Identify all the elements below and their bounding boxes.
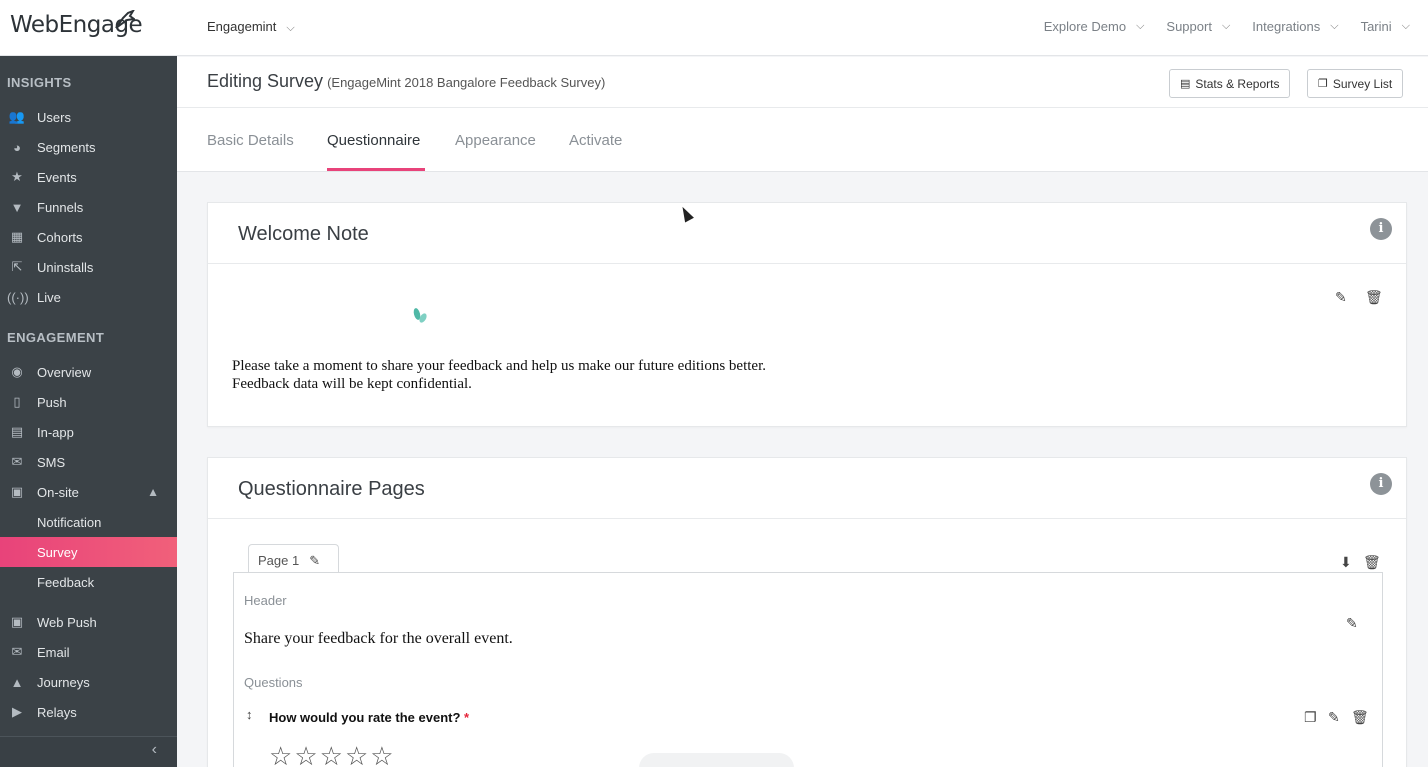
device-icon: ▤: [10, 424, 24, 439]
tab-questionnaire[interactable]: Questionnaire: [327, 132, 420, 149]
nav-explore-demo[interactable]: Explore Demo ⌵: [1044, 19, 1145, 34]
star-icon[interactable]: ☆: [320, 741, 345, 767]
welcome-text: Please take a moment to share your feedb…: [232, 358, 766, 392]
page-heading: Editing Survey (EngageMint 2018 Bangalore…: [177, 57, 1428, 108]
question-1-text: How would you rate the event? *: [269, 710, 470, 725]
welcome-note-title: Welcome Note: [238, 223, 369, 245]
sidebar-item-web-push[interactable]: ▣ Web Push: [0, 607, 177, 637]
sidebar-item-funnels[interactable]: ▼ Funnels: [0, 192, 177, 222]
stats-reports-button[interactable]: ▤ Stats & Reports: [1169, 69, 1291, 98]
envelope-icon: ✉: [11, 644, 23, 659]
chevron-down-icon: ⌵: [1401, 20, 1410, 32]
chevron-down-icon: ⌵: [1330, 20, 1339, 32]
sidebar-item-users[interactable]: 👥 Users: [0, 102, 177, 132]
logo-bird-icon: [115, 10, 135, 29]
header-text: Share your feedback for the overall even…: [244, 630, 513, 647]
project-selector[interactable]: Engagemint ⌵: [207, 19, 295, 35]
phone-icon: ▯: [13, 394, 21, 409]
edit-icon[interactable]: ✎: [309, 553, 320, 568]
star-icon: ★: [11, 169, 23, 184]
chevron-down-icon: ⌵: [1136, 20, 1145, 32]
editor-tabs: Basic Details Questionnaire Appearance A…: [177, 108, 1428, 172]
questionnaire-pages-title: Questionnaire Pages: [238, 478, 425, 500]
survey-list-button[interactable]: ❐ Survey List: [1307, 69, 1404, 98]
sidebar-item-on-site[interactable]: ▣ On-site ▲: [0, 477, 177, 507]
chevron-down-icon: ⌵: [286, 22, 295, 34]
tab-appearance[interactable]: Appearance: [455, 132, 536, 149]
funnel-icon: ▼: [10, 199, 24, 215]
grid-icon: ▦: [10, 229, 24, 244]
star-icon[interactable]: ☆: [269, 741, 294, 767]
star-icon[interactable]: ☆: [345, 741, 370, 767]
copy-icon: ❐: [1318, 78, 1328, 90]
header-label: Header: [244, 593, 287, 608]
sidebar-item-overview[interactable]: ◉ Overview: [0, 357, 177, 387]
sidebar-item-sms[interactable]: ✉ SMS: [0, 447, 177, 477]
download-icon[interactable]: ⬇: [1340, 554, 1352, 571]
sidebar-item-segments[interactable]: ◕ Segments: [0, 132, 177, 162]
sidebar-item-cohorts[interactable]: ▦ Cohorts: [0, 222, 177, 252]
megaphone-icon: ▶: [12, 704, 22, 719]
top-nav: Explore Demo ⌵ Support ⌵ Integrations ⌵ Tar…: [1044, 19, 1410, 34]
users-icon: 👥: [8, 109, 26, 124]
leaf-logo-icon: [413, 308, 427, 323]
questionnaire-pages-card: Questionnaire Pages i Page 1 ✎ ⬇ 🗑 Header…: [207, 457, 1407, 767]
nav-support[interactable]: Support ⌵: [1166, 19, 1230, 34]
web-push-icon: ▣: [10, 614, 24, 629]
questions-label: Questions: [244, 675, 303, 690]
tab-basic-details[interactable]: Basic Details: [207, 132, 294, 149]
sidebar-item-events[interactable]: ★ Events: [0, 162, 177, 192]
broadcast-icon: ((·)): [7, 289, 29, 305]
chevron-down-icon: ⌵: [1221, 20, 1231, 32]
sidebar-item-uninstalls[interactable]: ⇱ Uninstalls: [0, 252, 177, 282]
engagement-section-label: ENGAGEMENT: [7, 330, 105, 345]
trash-icon[interactable]: 🗑: [1363, 554, 1381, 571]
page-title: Editing Survey (EngageMint 2018 Bangalore…: [207, 71, 606, 91]
info-icon[interactable]: i: [1370, 473, 1392, 495]
trash-icon[interactable]: 🗑: [1351, 709, 1369, 726]
star-icon[interactable]: ☆: [370, 741, 395, 767]
sidebar-item-live[interactable]: ((·)) Live: [0, 282, 177, 312]
welcome-note-card: Welcome Note i ✎ 🗑 Please take a moment …: [207, 202, 1407, 427]
chat-icon: ✉: [11, 454, 23, 469]
loading-placeholder: [639, 753, 794, 767]
collapse-sidebar-icon[interactable]: ‹: [152, 741, 157, 759]
trash-icon[interactable]: 🗑: [1365, 289, 1383, 306]
sidebar-item-notification[interactable]: Notification: [0, 507, 177, 537]
rocket-icon: ▲: [10, 674, 24, 690]
sidebar-item-in-app[interactable]: ▤ In-app: [0, 417, 177, 447]
sidebar-item-feedback[interactable]: Feedback: [0, 567, 177, 597]
sidebar-item-email[interactable]: ✉ Email: [0, 637, 177, 667]
edit-icon[interactable]: ✎: [1328, 709, 1340, 726]
star-rating[interactable]: ☆☆☆☆☆: [269, 741, 396, 767]
chart-icon: ▤: [1180, 78, 1191, 90]
sidebar-item-push[interactable]: ▯ Push: [0, 387, 177, 417]
sidebar-footer: ‹: [0, 736, 177, 767]
sidebar: INSIGHTS 👥 Users ◕ Segments ★ Events ▼ Funne…: [0, 56, 177, 767]
chevron-up-icon: ▲: [147, 485, 159, 499]
sidebar-item-relays[interactable]: ▶ Relays: [0, 697, 177, 727]
nav-integrations[interactable]: Integrations ⌵: [1252, 19, 1338, 34]
survey-name: (EngageMint 2018 Bangalore Feedback Surv…: [327, 75, 606, 90]
eye-icon: ◉: [11, 364, 23, 379]
page-tab-1[interactable]: Page 1 ✎: [248, 544, 339, 573]
info-icon[interactable]: i: [1370, 218, 1392, 240]
exit-icon: ⇱: [11, 259, 23, 274]
duplicate-icon[interactable]: ❐: [1304, 709, 1317, 726]
nav-user-menu[interactable]: Tarini ⌵: [1361, 19, 1410, 34]
active-tab-indicator: [327, 168, 425, 171]
window-icon: ▣: [10, 484, 24, 499]
star-icon[interactable]: ☆: [294, 741, 319, 767]
edit-icon[interactable]: ✎: [1335, 289, 1347, 306]
page-content: Header ✎ Share your feedback for the ove…: [233, 572, 1383, 767]
sidebar-item-survey[interactable]: Survey: [0, 537, 177, 567]
insights-section-label: INSIGHTS: [7, 75, 72, 90]
pie-icon: ◕: [13, 139, 21, 155]
tab-activate[interactable]: Activate: [569, 132, 622, 149]
drag-handle-icon[interactable]: ↕: [246, 707, 253, 722]
project-name: Engagemint: [207, 19, 277, 34]
sidebar-item-journeys[interactable]: ▲ Journeys: [0, 667, 177, 697]
edit-icon[interactable]: ✎: [1346, 615, 1358, 632]
top-header: WebEngage Engagemint ⌵ Explore Demo ⌵ Supp…: [0, 0, 1428, 56]
